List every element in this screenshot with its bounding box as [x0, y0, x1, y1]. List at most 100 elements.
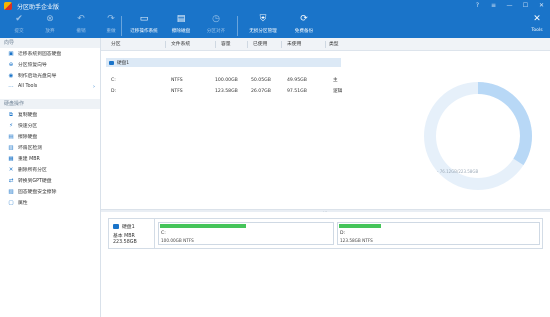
cell-free: 49.95GB: [287, 78, 307, 83]
app-logo-icon: [4, 2, 12, 10]
partition-info: 100.00GB NTFS: [161, 238, 194, 243]
main-panel: 分区 文件系统 容量 已使用 未使用 类型 硬盘1 C: NTFS 100.00…: [101, 38, 550, 317]
partition-usage-bar: [160, 224, 246, 228]
sidebar-item-label: 属性: [18, 201, 28, 206]
lossless-partition-button[interactable]: ⛨ 无损分区管理: [245, 14, 281, 38]
migrate-os-label: 迁移操作系统: [130, 29, 158, 34]
sidebar-item-copy-disk[interactable]: ⧉ 复制硬盘: [0, 109, 100, 120]
migrate-icon: ▭: [139, 14, 149, 24]
migrate-os-button[interactable]: ▭ 迁移操作系统: [126, 14, 162, 38]
cell-used: 26.07GB: [251, 89, 271, 94]
discard-icon: ⊗: [46, 14, 54, 24]
recovery-icon: ⊕: [8, 61, 14, 68]
sidebar-item-partition-recovery[interactable]: ⊕ 分区恢复向导: [0, 59, 100, 70]
redo-icon: ↷: [107, 14, 115, 24]
cell-type: 主: [333, 78, 338, 83]
toolbar: ✔ 提交 ⊗ 放弃 ↶ 撤销 ↷ 重做 ▭ 迁移操作系统 ▤ 擦除磁盘 ◷ 分区…: [0, 14, 550, 38]
sidebar-item-label: 转换到GPT硬盘: [18, 179, 52, 184]
disk-usage-donut: [424, 82, 532, 190]
table-row[interactable]: D: NTFS 123.58GB 26.07GB 97.51GB 逻辑: [101, 86, 361, 97]
free-backup-button[interactable]: ⟳ 免费备份: [290, 14, 318, 38]
help-icon[interactable]: ?: [473, 1, 482, 10]
sidebar-item-label: 擦除硬盘: [18, 135, 38, 140]
sidebar-item-quick-partition[interactable]: ⚡ 快速分区: [0, 120, 100, 131]
check-icon: ✔: [15, 14, 23, 24]
wipe-disk-button[interactable]: ▤ 擦除磁盘: [168, 14, 194, 38]
column-separator: [281, 41, 282, 48]
migrate-icon: ▣: [8, 50, 14, 57]
partition-info: 123.58GB NTFS: [340, 238, 373, 243]
column-header-used[interactable]: 已使用: [253, 38, 267, 51]
discard-button[interactable]: ⊗ 放弃: [39, 14, 61, 38]
cell-capacity: 123.58GB: [215, 89, 238, 94]
disk-info-block[interactable]: 硬盘1 基本 MBR 223.58GB: [109, 219, 155, 248]
sidebar-item-rebuild-mbr[interactable]: ▦ 重建 MBR: [0, 153, 100, 164]
free-backup-label: 免费备份: [294, 29, 314, 34]
partition-block-c[interactable]: C: 100.00GB NTFS: [158, 222, 334, 245]
sidebar-item-bootdisk[interactable]: ◉ 制作启动光盘向导: [0, 70, 100, 81]
table-row[interactable]: C: NTFS 100.00GB 50.05GB 49.95GB 主: [101, 75, 361, 86]
app-title: 分区助手企业版: [17, 3, 60, 11]
partition-block-d[interactable]: D: 123.58GB NTFS: [337, 222, 540, 245]
column-separator: [325, 41, 326, 48]
align-partition-button[interactable]: ◷ 分区对齐: [203, 14, 229, 38]
align-icon: ◷: [212, 14, 220, 24]
column-header-type[interactable]: 类型: [329, 38, 339, 51]
commit-button[interactable]: ✔ 提交: [8, 14, 30, 38]
disk-map[interactable]: 硬盘1 基本 MBR 223.58GB C: 100.00GB NTFS D: …: [108, 218, 543, 249]
panel-splitter[interactable]: ⋯: [101, 209, 550, 214]
disk-group-row[interactable]: 硬盘1: [106, 58, 341, 67]
splitter-grip-icon: ⋯: [323, 209, 327, 214]
undo-label: 撤销: [76, 29, 86, 34]
menu-icon[interactable]: ≡: [489, 1, 498, 10]
bootdisk-icon: ◉: [8, 72, 14, 79]
minimize-icon[interactable]: —: [505, 1, 514, 10]
wizards-section-header: 向导: [0, 38, 100, 48]
sidebar-item-wipe-disk[interactable]: ▤ 擦除硬盘: [0, 131, 100, 142]
column-separator: [165, 41, 166, 48]
sidebar-item-label: 快速分区: [18, 124, 38, 129]
sidebar-item-label: 分区恢复向导: [18, 63, 47, 68]
sidebar-item-bad-sector[interactable]: ▥ 坏扇区检测: [0, 142, 100, 153]
disk-label: 硬盘1: [117, 60, 130, 66]
undo-icon: ↶: [77, 14, 85, 24]
tools-icon: ⋯: [8, 83, 14, 90]
sidebar-item-convert-gpt[interactable]: ⇄ 转换到GPT硬盘: [0, 175, 100, 186]
maximize-icon[interactable]: ☐: [521, 1, 530, 10]
sidebar-item-label: 制作启动光盘向导: [18, 74, 57, 79]
tools-button[interactable]: ✕ Tools: [528, 14, 546, 38]
column-header-filesystem[interactable]: 文件系统: [171, 38, 190, 51]
close-icon[interactable]: ✕: [537, 1, 546, 10]
sidebar-item-delete-all[interactable]: ✕ 删除所有分区: [0, 164, 100, 175]
column-header-partition[interactable]: 分区: [111, 38, 121, 51]
wipe-disk-label: 擦除磁盘: [171, 29, 191, 34]
partition-table-header: 分区 文件系统 容量 已使用 未使用 类型: [101, 38, 550, 51]
delete-all-icon: ✕: [8, 166, 14, 173]
redo-button[interactable]: ↷ 重做: [100, 14, 122, 38]
sidebar-item-ssd-erase[interactable]: ▨ 固态硬盘安全擦除: [0, 186, 100, 197]
toolbar-separator: [237, 16, 238, 36]
check-icon: ▥: [8, 144, 14, 151]
shield-icon: ⛨: [259, 14, 267, 24]
backup-icon: ⟳: [300, 14, 308, 24]
top-bar: 分区助手企业版 ? ≡ — ☐ ✕ ✔ 提交 ⊗ 放弃 ↶ 撤销 ↷ 重做 ▭ …: [0, 0, 550, 38]
cell-filesystem: NTFS: [171, 89, 183, 94]
undo-button[interactable]: ↶ 撤销: [70, 14, 92, 38]
sidebar-item-properties[interactable]: ▢ 属性: [0, 197, 100, 208]
cell-used: 50.05GB: [251, 78, 271, 83]
column-separator: [247, 41, 248, 48]
partition-name: D:: [340, 231, 346, 236]
sidebar-item-migrate-ssd[interactable]: ▣ 迁移系统到固态硬盘: [0, 48, 100, 59]
lossless-partition-label: 无损分区管理: [249, 29, 277, 34]
chevron-right-icon: ›: [93, 83, 95, 90]
sidebar-item-all-tools[interactable]: ⋯ All Tools ›: [0, 81, 100, 92]
partition-usage-bar: [339, 224, 381, 228]
donut-caption: - 76.12GB/223.58GB: [437, 169, 479, 174]
tools-icon: ✕: [533, 14, 541, 24]
partition-name: C:: [161, 231, 166, 236]
column-header-free[interactable]: 未使用: [287, 38, 301, 51]
window-controls: ? ≡ — ☐ ✕: [473, 1, 546, 10]
disk-map-size: 223.58GB: [113, 240, 137, 245]
column-header-capacity[interactable]: 容量: [221, 38, 231, 51]
align-partition-label: 分区对齐: [206, 29, 226, 34]
